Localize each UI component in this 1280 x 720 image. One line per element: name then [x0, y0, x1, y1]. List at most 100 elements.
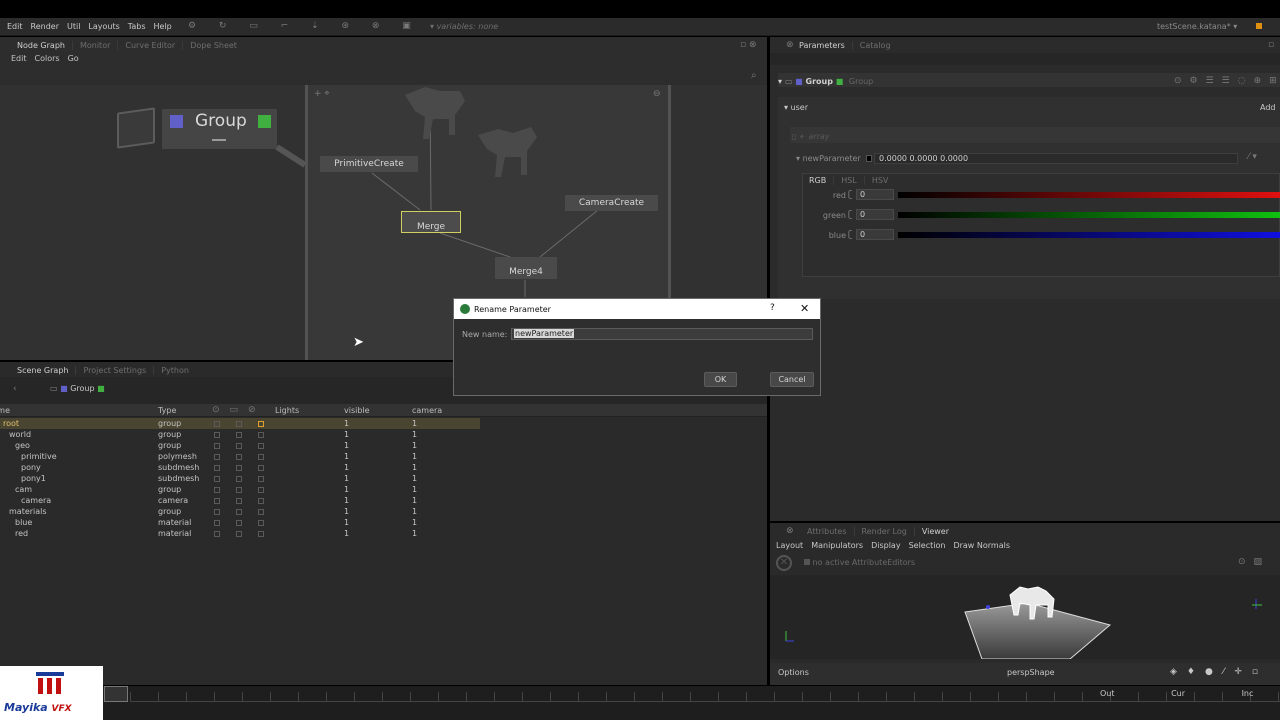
row-checkbox[interactable]	[236, 443, 242, 449]
row-checkbox[interactable]	[258, 520, 264, 526]
close-editors-icon[interactable]: ✕	[776, 555, 792, 571]
col-type[interactable]: Type	[158, 406, 176, 415]
row-checkbox[interactable]	[214, 509, 220, 515]
row-checkbox[interactable]	[258, 432, 264, 438]
table-row[interactable]: pony subdmesh 1 1	[0, 462, 480, 473]
row-checkbox[interactable]	[214, 432, 220, 438]
color-swatch[interactable]	[866, 155, 872, 162]
row-checkbox[interactable]	[214, 498, 220, 504]
row-checkbox[interactable]	[236, 520, 242, 526]
tab-project-settings[interactable]: Project Settings	[75, 366, 153, 375]
tab-python[interactable]: Python	[153, 366, 196, 375]
menu-tabs[interactable]: Tabs	[128, 22, 146, 31]
row-checkbox[interactable]	[258, 498, 264, 504]
param-values[interactable]: 0.0000 0.0000 0.0000	[874, 153, 1238, 164]
node-primitive-create[interactable]: PrimitiveCreate	[320, 156, 418, 172]
menu-util[interactable]: Util	[67, 22, 80, 31]
row-checkbox[interactable]	[258, 531, 264, 537]
new-name-input[interactable]: newParameter	[511, 328, 813, 340]
row-checkbox[interactable]	[258, 487, 264, 493]
row-checkbox[interactable]	[258, 476, 264, 482]
table-row[interactable]: red material 1 1	[0, 528, 480, 539]
viewer-options[interactable]: Options	[778, 668, 809, 677]
cancel-button[interactable]: Cancel	[770, 372, 814, 387]
row-checkbox[interactable]	[214, 465, 220, 471]
col-camera[interactable]: camera	[412, 406, 442, 415]
add-button[interactable]: Add	[1260, 103, 1276, 112]
menu-render[interactable]: Render	[31, 22, 59, 31]
table-row[interactable]: camera camera 1 1	[0, 495, 480, 506]
menu-help[interactable]: Help	[154, 22, 172, 31]
tab-curve-editor[interactable]: Curve Editor	[117, 41, 182, 50]
color-picker-icon[interactable]: ⁄ ▾	[1248, 152, 1257, 162]
param-header-icons[interactable]: ⊙⚙☰☰◌⊕⊞	[1174, 76, 1280, 86]
channel-slider[interactable]	[898, 232, 1280, 238]
back-arrow-icon[interactable]: ‹	[13, 384, 17, 394]
toolbar-icons[interactable]: ⚙ ↻ ▭ ⌐ ⇣ ⊛ ⊗ ▣	[188, 21, 421, 31]
menu-edit[interactable]: Edit	[7, 22, 23, 31]
viewer-menu-selection[interactable]: Selection	[909, 541, 946, 550]
row-checkbox[interactable]	[236, 465, 242, 471]
param-node-header[interactable]: ▾ ▭ ■ Group ■ Group	[778, 77, 873, 86]
link-icon[interactable]: ʗ	[848, 210, 853, 220]
table-row[interactable]: blue material 1 1	[0, 517, 480, 528]
row-checkbox[interactable]	[214, 443, 220, 449]
row-checkbox[interactable]	[236, 432, 242, 438]
table-row[interactable]: materials group 1 1	[0, 506, 480, 517]
col-name[interactable]: Name	[0, 406, 10, 415]
row-checkbox[interactable]	[214, 531, 220, 537]
ng-menu-edit[interactable]: Edit	[11, 54, 27, 63]
row-checkbox[interactable]	[236, 509, 242, 515]
row-checkbox[interactable]	[258, 465, 264, 471]
table-row[interactable]: root group 1 1	[0, 418, 480, 429]
row-checkbox[interactable]	[236, 421, 242, 427]
panel-close-icon[interactable]: ▫ ⊗	[740, 40, 757, 50]
viewer-menu-draw-normals[interactable]: Draw Normals	[953, 541, 1010, 550]
panel-float-icon[interactable]: ▫	[1268, 40, 1274, 50]
viewer-menu-layout[interactable]: Layout	[776, 541, 803, 550]
node-merge4[interactable]: Merge4	[495, 257, 557, 279]
tab-parameters[interactable]: Parameters	[792, 41, 852, 50]
tab-catalog[interactable]: Catalog	[851, 41, 898, 50]
ok-button[interactable]: OK	[704, 372, 737, 387]
table-row[interactable]: world group 1 1	[0, 429, 480, 440]
channel-slider[interactable]	[898, 192, 1280, 198]
link-icon[interactable]: ʗ	[848, 230, 853, 240]
node-camera-create[interactable]: CameraCreate	[565, 195, 658, 211]
column-toggle-icons[interactable]: ⊙▭⊘	[212, 405, 266, 415]
row-checkbox[interactable]	[214, 487, 220, 493]
tab-rgb[interactable]: RGB	[802, 176, 833, 185]
row-checkbox[interactable]	[214, 476, 220, 482]
viewer-panel-menu-icon[interactable]: ⊗	[786, 526, 794, 536]
scene-location[interactable]: ▭ ■ Group ■	[50, 384, 105, 393]
channel-value-input[interactable]: 0	[856, 229, 894, 240]
timeline-tool-icon[interactable]	[104, 686, 128, 702]
scene-dropdown[interactable]: testScene.katana* ▾	[1157, 22, 1237, 31]
tab-node-graph[interactable]: Node Graph	[10, 41, 72, 50]
row-checkbox[interactable]	[258, 443, 264, 449]
table-row[interactable]: pony1 subdmesh 1 1	[0, 473, 480, 484]
dialog-close-icon[interactable]: ✕	[800, 302, 809, 315]
row-checkbox[interactable]	[258, 421, 264, 427]
tab-monitor[interactable]: Monitor	[71, 41, 117, 50]
ng-menu-go[interactable]: Go	[68, 54, 79, 63]
row-checkbox[interactable]	[236, 498, 242, 504]
tab-viewer[interactable]: Viewer	[913, 527, 956, 536]
tab-scene-graph[interactable]: Scene Graph	[10, 366, 75, 375]
tab-dope-sheet[interactable]: Dope Sheet	[182, 41, 244, 50]
dialog-help-button[interactable]: ?	[770, 303, 775, 313]
tab-render-log[interactable]: Render Log	[853, 527, 914, 536]
search-icon[interactable]: ⌕	[751, 70, 757, 81]
tab-hsl[interactable]: HSL	[833, 176, 864, 185]
section-user[interactable]: ▾ user	[784, 103, 808, 112]
ng-menu-colors[interactable]: Colors	[35, 54, 60, 63]
table-row[interactable]: cam group 1 1	[0, 484, 480, 495]
table-row[interactable]: geo group 1 1	[0, 440, 480, 451]
viewport[interactable]	[770, 575, 1280, 660]
tab-attributes[interactable]: Attributes	[800, 527, 854, 536]
viewer-menu-manipulators[interactable]: Manipulators	[811, 541, 863, 550]
row-checkbox[interactable]	[214, 454, 220, 460]
channel-value-input[interactable]: 0	[856, 209, 894, 220]
tab-hsv[interactable]: HSV	[863, 176, 896, 185]
row-checkbox[interactable]	[236, 487, 242, 493]
